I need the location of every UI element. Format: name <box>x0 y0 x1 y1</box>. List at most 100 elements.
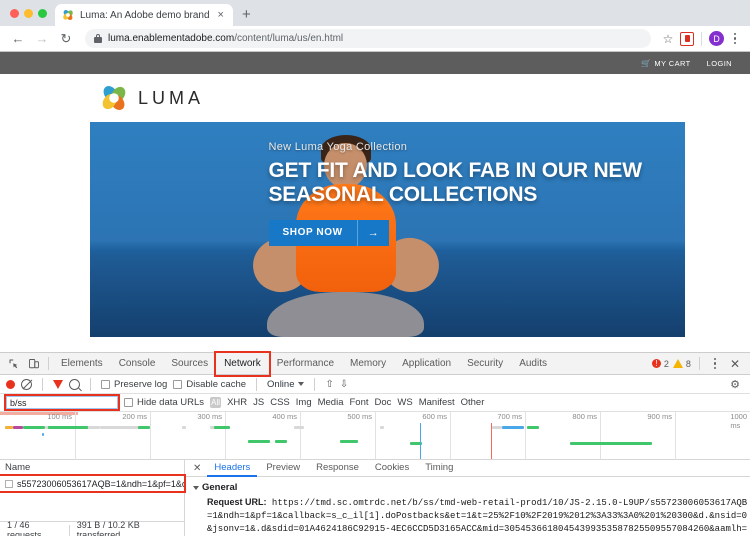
overview-gridline <box>375 412 376 459</box>
resource-type-xhr[interactable]: XHR <box>227 397 247 408</box>
network-overview-timeline[interactable]: 100 ms 200 ms 300 ms 400 ms 500 ms 600 ms 700 … <box>0 412 750 460</box>
url-text: luma.enablementadobe.com/content/luma/us… <box>108 33 343 44</box>
devtools-tab-console[interactable]: Console <box>111 353 164 375</box>
detail-tab-cookies[interactable]: Cookies <box>368 460 416 477</box>
resource-type-img[interactable]: Img <box>296 397 312 408</box>
devtools-menu-button[interactable] <box>708 357 722 370</box>
network-request-pane: Name s55723006053617AQB=1&ndh=1&pf=1&cal… <box>0 460 750 536</box>
close-window-button[interactable] <box>10 8 19 18</box>
detail-tab-timing[interactable]: Timing <box>418 460 460 477</box>
chevron-down-icon <box>298 382 305 386</box>
devtools-tab-audits[interactable]: Audits <box>511 353 555 375</box>
checkbox-icon <box>173 379 183 389</box>
overview-request-bar <box>42 433 44 436</box>
resource-type-other[interactable]: Other <box>461 397 485 408</box>
login-link[interactable]: LOGIN <box>707 59 732 68</box>
request-list-header[interactable]: Name <box>0 460 184 476</box>
network-filter-bar: Hide data URLs All XHR JS CSS Img Media … <box>0 394 750 412</box>
browser-menu-button[interactable] <box>728 32 742 45</box>
hide-data-urls-checkbox[interactable]: Hide data URLs <box>124 397 204 408</box>
devtools-tabbar-right: ! 2 8 ✕ <box>651 357 750 371</box>
devtools-tab-elements[interactable]: Elements <box>53 353 111 375</box>
extension-icon[interactable] <box>680 31 694 46</box>
tab-strip: Luma: An Adobe demo brand × + <box>0 0 750 26</box>
new-tab-button[interactable]: + <box>233 4 260 26</box>
avatar[interactable]: D <box>709 31 724 46</box>
overview-request-bar <box>502 426 524 429</box>
request-name: s55723006053617AQB=1&ndh=1&pf=1&call... <box>17 478 184 489</box>
search-icon[interactable] <box>69 378 80 390</box>
general-section-header[interactable]: General <box>193 482 750 493</box>
overview-gridline <box>150 412 151 459</box>
cart-icon: 🛒 <box>641 58 652 68</box>
site-header: LUMA <box>0 74 750 122</box>
record-button[interactable] <box>6 379 15 389</box>
hide-data-urls-label: Hide data URLs <box>137 397 205 408</box>
overview-gridline <box>525 412 526 459</box>
detail-tab-response[interactable]: Response <box>309 460 366 477</box>
throttling-select[interactable]: Online <box>267 379 305 390</box>
error-count-value: 2 <box>663 358 669 369</box>
resource-type-font[interactable]: Font <box>349 397 368 408</box>
resource-type-manifest[interactable]: Manifest <box>419 397 455 408</box>
resource-type-ws[interactable]: WS <box>397 397 412 408</box>
filter-input[interactable] <box>4 394 120 411</box>
network-toolbar: Preserve log Disable cache Online ⇧ ⇩ ⚙ <box>0 375 750 394</box>
overview-tick-label: 400 ms <box>272 412 297 421</box>
close-devtools-button[interactable]: ✕ <box>726 357 744 371</box>
error-count[interactable]: ! 2 <box>651 358 669 369</box>
clear-button[interactable] <box>21 378 32 390</box>
request-url-key: Request URL: <box>207 497 267 507</box>
devtools-tab-memory[interactable]: Memory <box>342 353 394 375</box>
resource-type-doc[interactable]: Doc <box>375 397 392 408</box>
disable-cache-checkbox[interactable]: Disable cache <box>173 379 246 390</box>
devtools-tab-security[interactable]: Security <box>459 353 511 375</box>
resource-type-css[interactable]: CSS <box>270 397 290 408</box>
toolbar-divider <box>90 377 91 391</box>
filter-icon[interactable] <box>53 379 63 389</box>
gear-icon[interactable]: ⚙ <box>730 378 744 391</box>
maximize-window-button[interactable] <box>38 8 47 18</box>
brand-wordmark: LUMA <box>138 87 205 108</box>
reload-button[interactable]: ↻ <box>56 29 76 49</box>
back-button[interactable]: ← <box>8 29 28 49</box>
request-url-value: https://tmd.sc.omtrdc.net/b/ss/tmd-web-r… <box>207 498 748 535</box>
resource-type-all[interactable]: All <box>210 397 222 408</box>
overview-tick-label: 1000 ms <box>730 412 747 430</box>
checkbox-icon <box>124 398 133 407</box>
my-cart-link[interactable]: 🛒 MY CART <box>641 59 691 68</box>
close-tab-button[interactable]: × <box>216 9 226 21</box>
checkbox-icon <box>101 379 110 389</box>
tab-title: Luma: An Adobe demo brand <box>80 9 210 21</box>
close-detail-button[interactable]: ✕ <box>189 463 205 474</box>
browser-tab[interactable]: Luma: An Adobe demo brand × <box>55 4 233 26</box>
devtools-tab-network[interactable]: Network <box>214 350 271 377</box>
detail-tab-headers[interactable]: Headers <box>207 460 258 477</box>
shop-now-button[interactable]: SHOP NOW → <box>268 220 389 247</box>
window-controls <box>8 0 55 26</box>
inspect-element-icon[interactable] <box>4 354 24 374</box>
overview-request-bar <box>5 426 13 429</box>
preserve-log-checkbox[interactable]: Preserve log <box>101 379 167 390</box>
detail-tab-preview[interactable]: Preview <box>259 460 307 477</box>
toolbar-divider <box>256 377 258 391</box>
address-bar[interactable]: luma.enablementadobe.com/content/luma/us… <box>85 29 651 48</box>
resource-type-js[interactable]: JS <box>253 397 264 408</box>
import-har-icon[interactable]: ⇧ <box>325 379 333 390</box>
devtools-tabbar: Elements Console Sources Network Perform… <box>0 350 750 377</box>
overview-request-bar <box>182 426 186 429</box>
warning-count[interactable]: 8 <box>672 359 691 369</box>
toolbar-divider <box>698 357 700 370</box>
overview-gridline <box>300 412 301 459</box>
minimize-window-button[interactable] <box>24 8 33 18</box>
toggle-device-toolbar-icon[interactable] <box>24 354 44 374</box>
bookmark-star-icon[interactable]: ☆ <box>660 32 676 46</box>
table-row[interactable]: s55723006053617AQB=1&ndh=1&pf=1&call... <box>0 474 186 493</box>
resource-type-media[interactable]: Media <box>318 397 344 408</box>
export-har-icon[interactable]: ⇩ <box>340 379 348 390</box>
luma-logo-icon <box>102 85 126 111</box>
devtools-tab-performance[interactable]: Performance <box>269 353 342 375</box>
forward-button[interactable]: → <box>32 29 52 49</box>
devtools-tab-application[interactable]: Application <box>394 353 459 375</box>
devtools-tab-sources[interactable]: Sources <box>163 353 216 375</box>
